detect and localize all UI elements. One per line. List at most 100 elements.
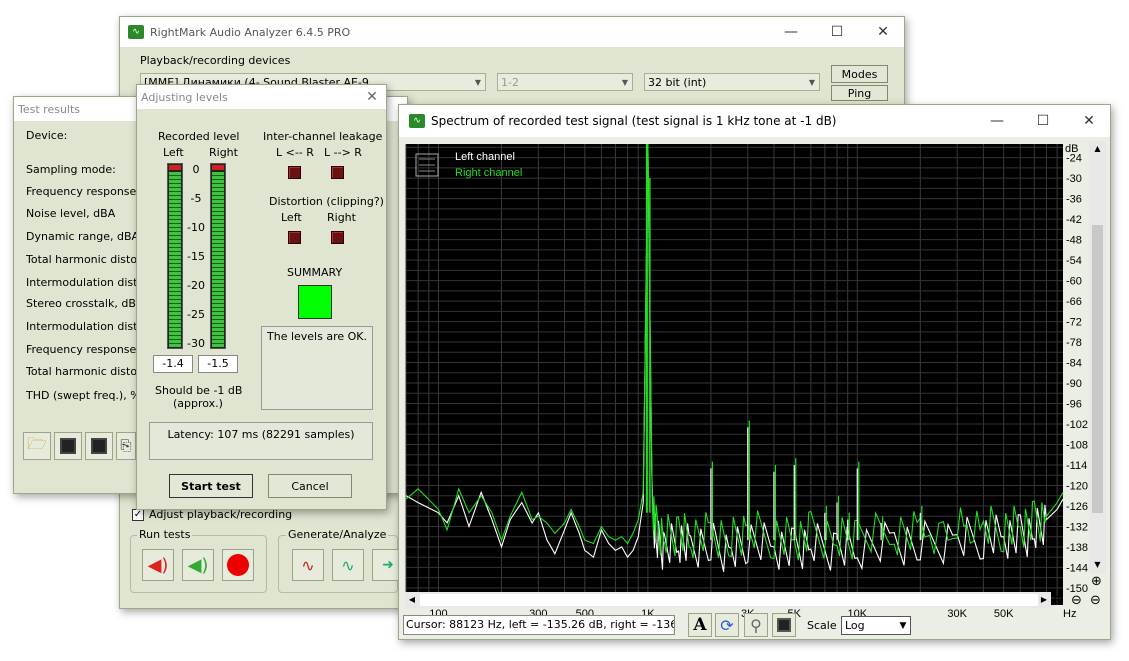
approx-label: (approx.) <box>173 397 223 410</box>
meter-scale-label: -10 <box>187 221 205 234</box>
result-row-label: Total harmonic distortion <box>26 253 138 266</box>
should-be-label: Should be -1 dB <box>155 384 243 397</box>
result-row-label: Sampling mode: <box>26 163 116 176</box>
y-tick-label: -138 <box>1066 542 1088 554</box>
leak-rl-label: L --> R <box>324 146 362 159</box>
db-unit-label: dB <box>1065 143 1078 155</box>
result-row-label: Device: <box>26 129 68 142</box>
bits-select[interactable]: 32 bit (int) ▼ <box>644 73 820 91</box>
font-icon[interactable]: A <box>688 613 712 637</box>
distortion-label: Distortion (clipping?) <box>269 195 384 208</box>
app-logo-icon: ∿ <box>128 25 144 39</box>
legend-left-channel: Left channel <box>455 151 515 163</box>
spectrum-save-icon[interactable] <box>772 613 796 637</box>
y-tick-label: -96 <box>1066 399 1082 411</box>
meter-scale-label: -20 <box>187 279 205 292</box>
zoom-in-y-icon[interactable]: ⊕ <box>1091 575 1105 589</box>
recorded-level-label: Recorded level <box>158 130 240 143</box>
minimize-icon[interactable]: — <box>768 17 814 47</box>
meter-scale-label: 0 <box>192 163 200 176</box>
results-title: Test results <box>18 102 81 116</box>
modes-button[interactable]: Modes <box>831 65 888 83</box>
zoom-out-x-icon[interactable]: ⊖ <box>1071 593 1087 609</box>
cursor-readout: Cursor: 88123 Hz, left = -135.26 dB, rig… <box>403 615 675 635</box>
y-tick-label: -84 <box>1066 358 1082 370</box>
scroll-up-icon[interactable]: ▲ <box>1089 141 1106 157</box>
result-row-label: Intermodulation distortio <box>26 276 138 289</box>
save-icon[interactable] <box>54 432 82 460</box>
analyze-wave-icon[interactable]: ∿ <box>332 549 364 581</box>
y-tick-label: -144 <box>1066 562 1088 574</box>
save-report-icon[interactable] <box>85 432 113 460</box>
hz-unit-label: Hz <box>1063 608 1076 620</box>
run-test-speaker-green-icon[interactable]: ◀) <box>182 549 214 581</box>
meter-scale-label: -25 <box>187 308 205 321</box>
vertical-scroll-thumb[interactable] <box>1092 225 1103 513</box>
start-test-button[interactable]: Start test <box>169 474 253 498</box>
right-level-meter <box>210 163 226 349</box>
scroll-left-icon[interactable]: ◀ <box>405 592 419 608</box>
dist-right-label: Right <box>327 211 356 224</box>
result-row-label: THD (swept freq.), % <box>26 389 138 402</box>
leak-lr-led <box>288 166 301 179</box>
spectrum-minimize-icon[interactable]: — <box>974 105 1020 137</box>
generate-wave-icon[interactable]: ∿ <box>292 549 324 581</box>
y-tick-label: -42 <box>1066 214 1082 226</box>
summary-label: SUMMARY <box>287 266 343 279</box>
legend-right-channel: Right channel <box>455 167 522 179</box>
maximize-icon[interactable]: ☐ <box>814 17 860 47</box>
spectrum-close-icon[interactable]: ✕ <box>1066 105 1112 137</box>
color-refresh-icon[interactable]: ⟳ <box>715 613 739 637</box>
cancel-button[interactable]: Cancel <box>268 474 352 498</box>
y-tick-label: -30 <box>1066 173 1082 185</box>
right-value-box: -1.5 <box>198 355 238 373</box>
open-folder-icon[interactable]: 🗁 <box>23 432 51 460</box>
leak-lr-label: L <-- R <box>276 146 314 159</box>
y-tick-label: -54 <box>1066 255 1082 267</box>
channels-select[interactable]: 1-2 ▼ <box>497 73 633 91</box>
horizontal-scrollbar[interactable]: ◀ ▶ <box>405 592 1051 608</box>
meter-scale-label: -30 <box>187 337 205 350</box>
spectrum-title: Spectrum of recorded test signal (test s… <box>431 114 837 128</box>
left-level-meter <box>167 163 183 349</box>
scroll-right-icon[interactable]: ▶ <box>1037 592 1051 608</box>
result-row-label: Total harmonic distortion <box>26 365 138 378</box>
latency-box: Latency: 107 ms (82291 samples) <box>149 422 373 460</box>
y-tick-label: -66 <box>1066 296 1082 308</box>
summary-indicator <box>298 285 332 319</box>
y-tick-label: -108 <box>1066 440 1088 452</box>
scroll-down-icon[interactable]: ▼ <box>1089 557 1106 573</box>
zoom-in-x-icon[interactable]: ⊕ <box>1053 593 1069 609</box>
ping-button[interactable]: Ping <box>831 85 888 101</box>
result-row-label: Intermodulation distortio <box>26 320 138 333</box>
settings-tool-icon[interactable]: ⚲ <box>744 613 768 637</box>
spectrum-chart[interactable]: Left channel Right channel -24-30-36-42-… <box>399 137 1112 622</box>
spectrum-logo-icon: ∿ <box>409 114 425 128</box>
left-value-box: -1.4 <box>153 355 193 373</box>
run-test-speaker-red-icon[interactable]: ◀) <box>142 549 174 581</box>
y-tick-label: -78 <box>1066 337 1082 349</box>
levels-title-bar[interactable]: Adjusting levels <box>137 85 386 109</box>
meter-left-label: Left <box>163 146 184 159</box>
y-tick-label: -126 <box>1066 501 1088 513</box>
leakage-label: Inter-channel leakage <box>263 130 383 143</box>
close-icon[interactable]: ✕ <box>860 17 906 47</box>
zoom-out-y-icon[interactable]: ⊖ <box>1090 593 1106 609</box>
record-icon[interactable] <box>222 549 254 581</box>
adjust-checkbox[interactable]: ✓ <box>132 509 144 521</box>
result-row-label: Stereo crosstalk, dB <box>26 297 136 310</box>
summary-text: The levels are OK. <box>267 330 367 343</box>
levels-close-icon[interactable]: ✕ <box>357 85 387 109</box>
scale-select[interactable]: Log ▼ <box>841 616 911 635</box>
horizontal-scroll-thumb[interactable] <box>420 594 1038 606</box>
y-tick-label: -72 <box>1066 317 1082 329</box>
result-row-label: Frequency response (sw <box>26 343 138 356</box>
y-tick-label: -114 <box>1066 460 1087 472</box>
copy-icon[interactable]: ⎘ <box>116 432 136 460</box>
run-tests-label: Run tests <box>137 528 193 541</box>
vertical-scrollbar[interactable]: ▲ ▼ <box>1089 141 1106 573</box>
spectrum-maximize-icon[interactable]: ☐ <box>1020 105 1066 137</box>
leak-rl-led <box>331 166 344 179</box>
result-row-label: Dynamic range, dBA <box>26 230 138 243</box>
summary-text-box: The levels are OK. <box>261 326 373 410</box>
